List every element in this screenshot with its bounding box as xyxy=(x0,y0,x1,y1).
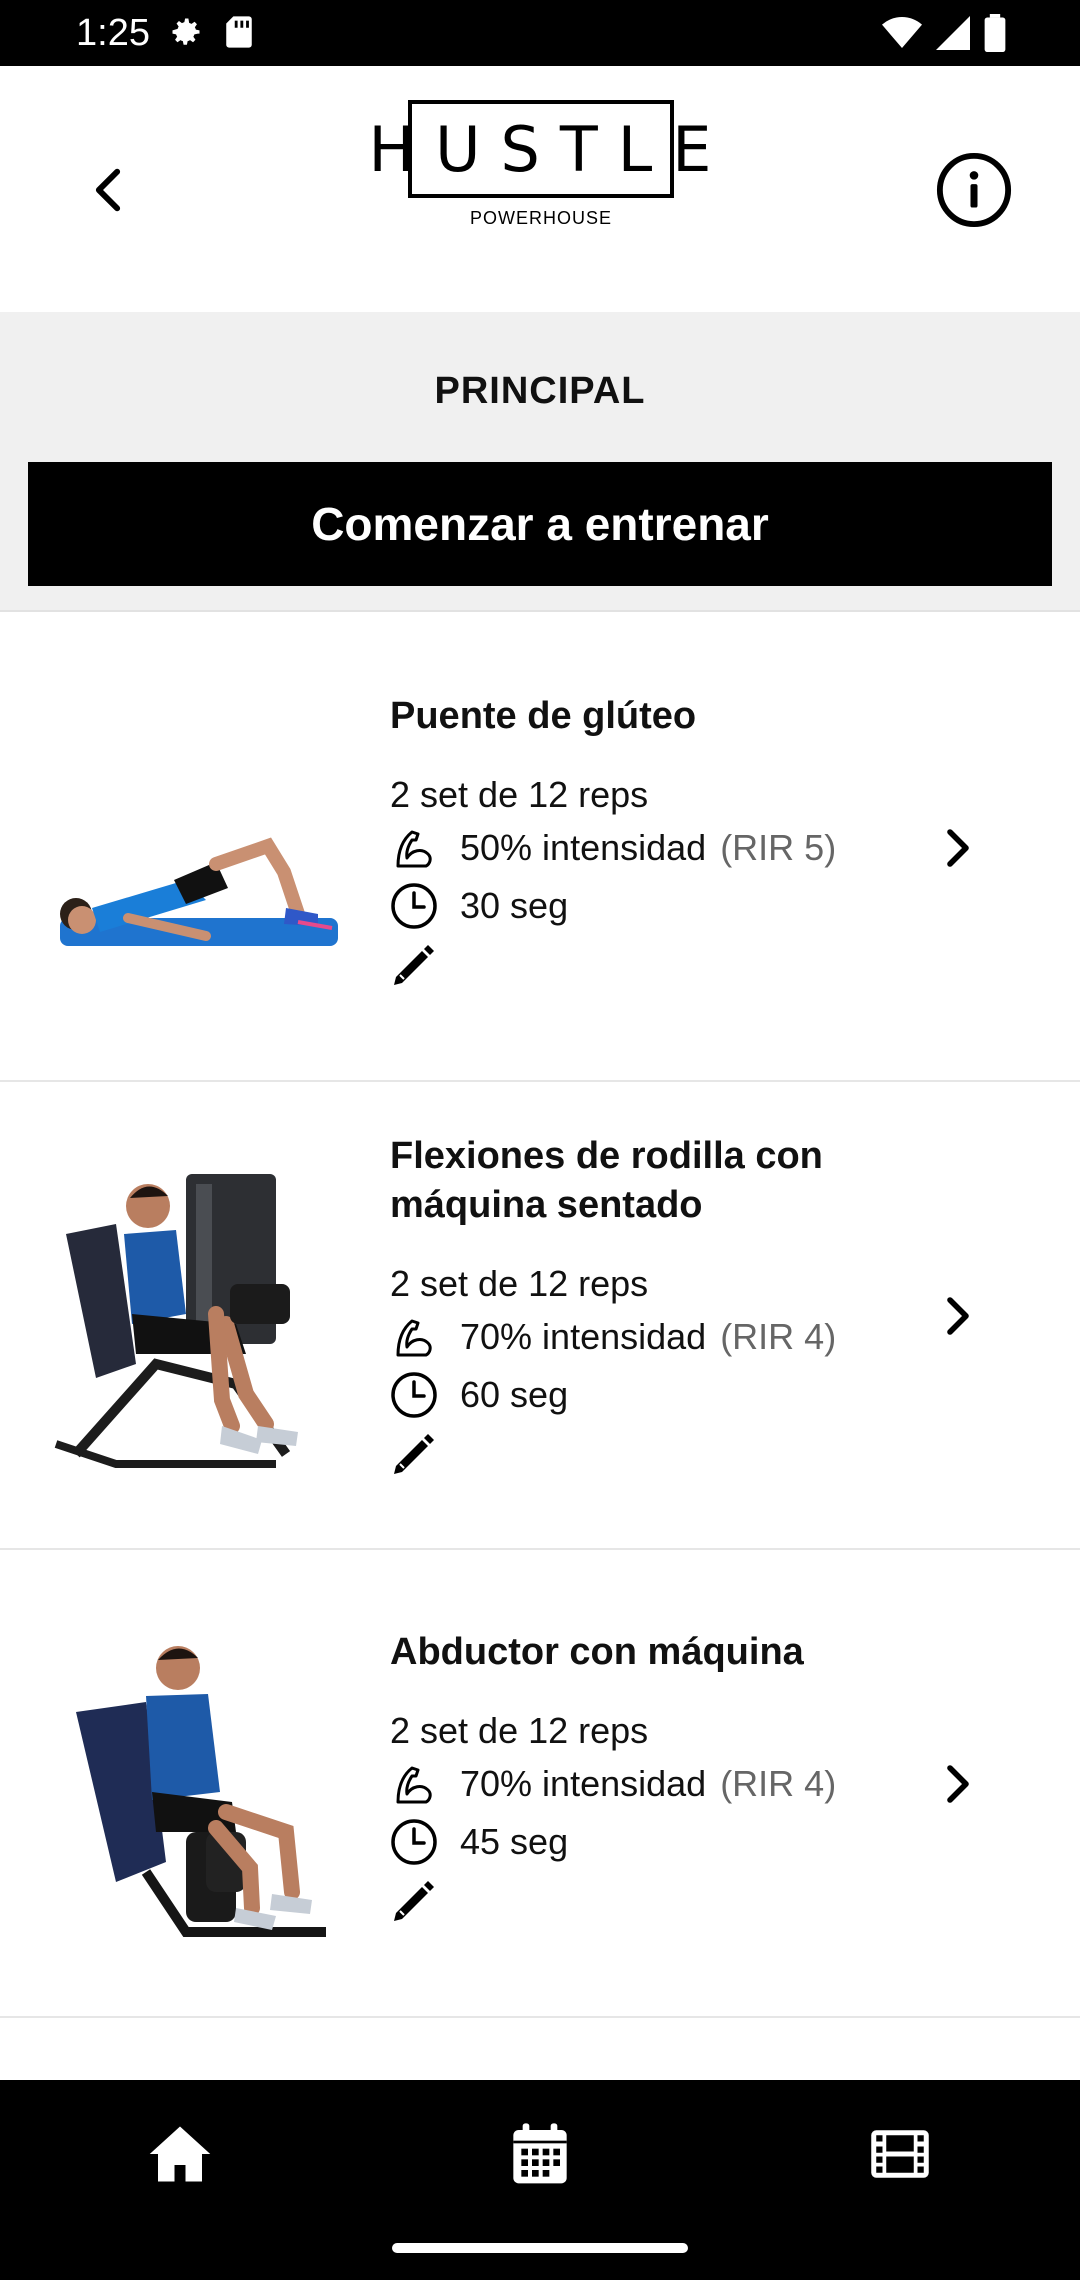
exercise-image-seated-leg-curl xyxy=(36,1164,356,1484)
exercise-intensity: 70% intensidad xyxy=(460,1763,707,1804)
exercise-rest: 45 seg xyxy=(460,1821,569,1862)
edit-exercise-button[interactable] xyxy=(390,1877,442,1929)
clock-icon xyxy=(390,1371,438,1419)
gear-icon xyxy=(168,14,204,55)
chevron-right-icon xyxy=(947,829,969,867)
exercise-detail-chevron[interactable] xyxy=(934,824,982,872)
exercise-rest: 30 seg xyxy=(460,885,569,926)
logo-main-text: HUSTLE xyxy=(368,112,732,186)
info-circle-icon xyxy=(936,152,1012,228)
exercise-name: Abductor con máquina xyxy=(390,1631,804,1673)
exercise-row[interactable]: Abductor con máquina 2 set de 12 reps 70… xyxy=(0,1550,1080,2018)
app-header: HUSTLE POWERHOUSE xyxy=(0,66,1080,312)
home-indicator[interactable] xyxy=(392,2243,688,2253)
exercise-rest-row: 30 seg xyxy=(390,877,910,935)
flexed-arm-icon xyxy=(390,824,438,872)
pencil-icon xyxy=(394,1434,434,1474)
nav-calendar-button[interactable] xyxy=(500,2114,580,2194)
exercise-info: Abductor con máquina 2 set de 12 reps 70… xyxy=(390,1628,910,1929)
bottom-navigation xyxy=(0,2080,1080,2280)
exercise-rir: (RIR 4) xyxy=(720,1316,837,1357)
logo-sub-text: POWERHOUSE xyxy=(469,208,612,228)
clock-icon xyxy=(390,882,438,930)
exercise-name: Flexiones de rodilla con máquina sentado xyxy=(390,1135,823,1226)
exercise-info: Flexiones de rodilla con máquina sentado… xyxy=(390,1132,910,1482)
exercise-row[interactable]: Flexiones de rodilla con máquina sentado… xyxy=(0,1082,1080,1550)
chevron-right-icon xyxy=(947,1765,969,1803)
start-training-button[interactable]: Comenzar a entrenar xyxy=(28,462,1052,586)
info-button[interactable] xyxy=(934,150,1014,230)
exercise-intensity-row: 50% intensidad (RIR 5) xyxy=(390,819,910,877)
nav-home-button[interactable] xyxy=(140,2114,220,2194)
pencil-icon xyxy=(394,945,434,985)
exercise-intensity-row: 70% intensidad (RIR 4) xyxy=(390,1755,910,1813)
workout-section: PRINCIPAL Comenzar a entrenar xyxy=(0,312,1080,612)
nav-videos-button[interactable] xyxy=(860,2114,940,2194)
exercise-intensity-row: 70% intensidad (RIR 4) xyxy=(390,1308,910,1366)
signal-icon xyxy=(936,16,970,55)
battery-icon xyxy=(984,14,1006,57)
pencil-icon xyxy=(394,1881,434,1921)
flexed-arm-icon xyxy=(390,1760,438,1808)
brand-logo: HUSTLE POWERHOUSE xyxy=(369,100,711,260)
edit-exercise-button[interactable] xyxy=(390,941,442,993)
exercise-image-glute-bridge xyxy=(36,736,356,1056)
chevron-right-icon xyxy=(947,1297,969,1335)
exercise-intensity: 70% intensidad xyxy=(460,1316,707,1357)
status-bar: 1:25 xyxy=(0,0,1080,66)
sd-card-icon xyxy=(224,15,254,54)
home-icon xyxy=(149,2126,211,2182)
edit-exercise-button[interactable] xyxy=(390,1430,442,1482)
back-button[interactable] xyxy=(80,162,136,218)
exercise-name: Puente de glúteo xyxy=(390,695,697,737)
exercise-sets: 2 set de 12 reps xyxy=(390,1710,649,1751)
exercise-info: Puente de glúteo 2 set de 12 reps 50% in… xyxy=(390,692,910,993)
exercise-sets: 2 set de 12 reps xyxy=(390,1263,649,1304)
flexed-arm-icon xyxy=(390,1313,438,1361)
exercise-rir: (RIR 5) xyxy=(720,827,837,868)
wifi-icon xyxy=(882,16,922,55)
exercise-rir: (RIR 4) xyxy=(720,1763,837,1804)
chevron-left-icon xyxy=(95,168,121,212)
exercise-intensity: 50% intensidad xyxy=(460,827,707,868)
clock-icon xyxy=(390,1818,438,1866)
film-icon xyxy=(871,2130,929,2178)
exercise-rest-row: 45 seg xyxy=(390,1813,910,1871)
exercise-sets: 2 set de 12 reps xyxy=(390,774,649,815)
exercise-rest-row: 60 seg xyxy=(390,1366,910,1424)
exercise-row[interactable]: Puente de glúteo 2 set de 12 reps 50% in… xyxy=(0,614,1080,1082)
exercise-detail-chevron[interactable] xyxy=(934,1760,982,1808)
section-title: PRINCIPAL xyxy=(434,370,646,412)
status-time: 1:25 xyxy=(76,12,150,54)
calendar-icon xyxy=(513,2123,567,2184)
exercise-image-abductor-machine xyxy=(36,1632,356,1952)
exercise-rest: 60 seg xyxy=(460,1374,569,1415)
exercise-detail-chevron[interactable] xyxy=(934,1292,982,1340)
